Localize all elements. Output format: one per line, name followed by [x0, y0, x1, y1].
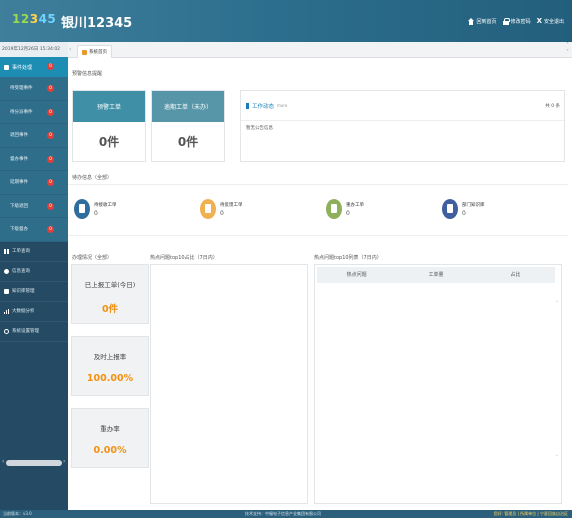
sidebar-scrollbar[interactable]	[6, 460, 62, 466]
tab-bar: ‹ 系统首页 ˄ ˅	[68, 42, 572, 58]
home-button[interactable]: 回到首页	[467, 18, 497, 25]
bar-chart-icon	[4, 308, 9, 314]
main-content: 预警信息提醒 预警工单 0件 逾期工单（未办） 0件 工作动态 more 共 0…	[68, 58, 572, 510]
chevron-up-icon[interactable]: ˄	[556, 301, 559, 307]
sidebar-item-workorder-query[interactable]: 工单查询	[0, 242, 68, 262]
card-value: 0件	[98, 135, 120, 149]
stat-reported-today: 已上报工单(今日) 0件	[71, 264, 149, 324]
work-news-title: 工作动态	[252, 103, 275, 110]
chevron-up-icon[interactable]: ˄	[566, 42, 569, 49]
info-icon	[4, 268, 9, 274]
notice-empty-text: 暂无公告信息	[246, 126, 273, 131]
home-tab-icon	[82, 49, 87, 55]
todo-pending-feedback[interactable]: 待反馈工单 0	[200, 199, 243, 219]
work-news-panel: 工作动态 more 共 0 条 暂无公告信息	[240, 90, 565, 162]
count-badge: 0	[47, 132, 54, 139]
stats-column: 已上报工单(今日) 0件 及时上报率 100.00% 重办率 0.00%	[71, 264, 149, 480]
version-text: 当前版本：v3.0	[3, 511, 32, 516]
scroll-left-icon[interactable]: ‹	[2, 458, 4, 465]
sidebar-item-supervised[interactable]: 督办事件 0	[0, 147, 68, 171]
home-icon	[467, 18, 475, 25]
sidebar-item-returned[interactable]: 退回事件 0	[0, 124, 68, 148]
clipboard-icon	[200, 199, 216, 219]
tab-scroll-left-icon[interactable]: ‹	[69, 46, 71, 53]
logout-button[interactable]: X 安全退出	[536, 17, 564, 26]
stat-redo-rate: 重办率 0.00%	[71, 408, 149, 468]
count-badge: 0	[47, 155, 54, 163]
sidebar-item-system-settings[interactable]: 系统设置管理	[0, 322, 68, 342]
count-badge: 0	[47, 226, 54, 233]
count-badge: 0	[47, 85, 54, 92]
todo-dept-knowledge[interactable]: 部门知识库 0	[442, 199, 485, 219]
count-badge: 0	[47, 179, 54, 186]
todo-redo[interactable]: 重办工单 0	[326, 199, 364, 219]
sidebar-item-knowledge-base[interactable]: 知识库管理	[0, 282, 68, 302]
todo-row: 待接收工单 0 待反馈工单 0 重办工单 0 部门知识库 0	[68, 184, 568, 236]
document-icon	[4, 64, 9, 70]
hot10-list-table: 热点问题 工单量 占比 ˄ ˅	[314, 264, 562, 504]
hot10-ratio-chart	[150, 264, 308, 504]
sidebar-item-big-data[interactable]: 大数据分析	[0, 302, 68, 322]
current-datetime: 2019年12月26日 15:34:02	[0, 42, 68, 57]
grid-icon	[4, 248, 9, 254]
redo-icon	[326, 199, 342, 219]
sidebar-item-postponed[interactable]: 延期事件 0	[0, 171, 68, 195]
chevron-down-icon[interactable]: ˅	[566, 49, 569, 56]
sidebar-group-event-handling[interactable]: 事件处理 0	[0, 57, 68, 77]
sidebar-item-pending-dispatch[interactable]: 待分派事件 0	[0, 100, 68, 124]
column-header[interactable]: 热点问题	[317, 267, 396, 283]
tech-support-text: 技术支持：中服电子信息产业集团有限公司	[245, 511, 321, 516]
document-icon	[74, 199, 90, 219]
sidebar-item-pending-accept[interactable]: 待受理事件 0	[0, 77, 68, 101]
app-title: 银川12345	[61, 16, 133, 31]
speaker-icon	[246, 102, 249, 109]
section-stats: 办理情况（全部）	[72, 255, 113, 261]
user-info-text: 您好: 管理员 | 所属单位 | 宁夏回族自治区	[493, 511, 568, 516]
count-badge: 0	[47, 63, 54, 70]
section-hot10-ratio: 热点问题top10占比（7日内）	[150, 255, 218, 261]
table-header: 热点问题 工单量 占比	[317, 267, 555, 283]
count-badge: 0	[47, 108, 54, 116]
gear-icon	[4, 328, 9, 334]
section-hot10-list: 热点问题top10列表（7日内）	[314, 255, 382, 261]
app-footer: 当前版本：v3.0 技术支持：中服电子信息产业集团有限公司 您好: 管理员 | …	[0, 510, 572, 518]
card-header: 逾期工单（未办）	[152, 91, 224, 122]
app-logo: 12345	[12, 12, 57, 26]
knowledge-icon	[442, 199, 458, 219]
chevron-down-icon[interactable]: ˅	[556, 455, 559, 461]
stat-timely-rate: 及时上报率 100.00%	[71, 336, 149, 396]
warning-workorder-card[interactable]: 预警工单 0件	[72, 90, 146, 162]
book-icon	[4, 288, 9, 294]
tab-home[interactable]: 系统首页	[77, 45, 112, 58]
sidebar: 2019年12月26日 15:34:02 事件处理 0 待受理事件 0 待分派事…	[0, 42, 68, 510]
lock-icon	[502, 18, 510, 25]
todo-pending-receive[interactable]: 待接收工单 0	[74, 199, 117, 219]
sidebar-item-info-query[interactable]: 信息查询	[0, 262, 68, 282]
count-badge: 0	[47, 202, 54, 210]
close-icon: X	[536, 17, 542, 25]
column-header[interactable]: 占比	[476, 267, 555, 283]
section-todo: 待办信息（全部）	[72, 175, 113, 181]
app-header: 12345 银川12345 回到首页 修改密码 X 安全退出	[0, 0, 572, 42]
sidebar-item-sub-returned[interactable]: 下级退回 0	[0, 194, 68, 218]
column-header[interactable]: 工单量	[396, 267, 475, 283]
scroll-right-icon[interactable]: ›	[63, 458, 65, 465]
notice-count: 共 0 条	[545, 104, 560, 109]
overdue-workorder-card[interactable]: 逾期工单（未办） 0件	[151, 90, 225, 162]
card-value: 0件	[177, 135, 199, 149]
card-header: 预警工单	[73, 91, 145, 122]
sidebar-item-sub-supervised[interactable]: 下级督办 0	[0, 218, 68, 242]
section-warning: 预警信息提醒	[72, 71, 103, 77]
change-password-button[interactable]: 修改密码	[502, 18, 531, 25]
more-link[interactable]: more	[277, 103, 287, 108]
header-actions: 回到首页 修改密码 X 安全退出	[467, 17, 564, 26]
